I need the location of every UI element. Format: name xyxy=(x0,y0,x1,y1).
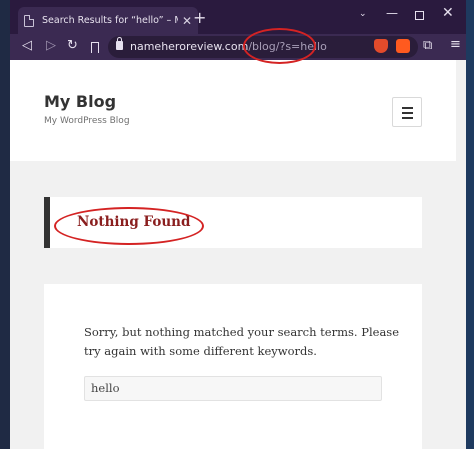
shield-icon[interactable] xyxy=(374,39,388,53)
page-title: Nothing Found xyxy=(77,214,191,230)
site-header: My Blog My WordPress Blog xyxy=(10,60,456,161)
address-toolbar: ◁ ▷ ↻ nameheroreview.com/blog/?s=hello ⧉… xyxy=(10,34,466,60)
search-input[interactable]: hello xyxy=(84,376,382,401)
menu-toggle-button[interactable] xyxy=(392,97,422,127)
no-results-message: Sorry, but nothing matched your search t… xyxy=(84,325,400,358)
extensions-icon[interactable]: ⧉ xyxy=(423,38,432,53)
hamburger-line xyxy=(402,107,413,109)
hamburger-line xyxy=(402,112,413,114)
url-host: nameheroreview.com xyxy=(130,40,249,53)
new-tab-button[interactable]: + xyxy=(193,8,206,27)
site-tagline: My WordPress Blog xyxy=(44,116,130,126)
url-path: /blog/?s=hello xyxy=(248,40,327,53)
tab-close-icon[interactable]: ✕ xyxy=(182,14,192,28)
close-window-button[interactable]: ✕ xyxy=(442,5,454,21)
bookmark-icon[interactable] xyxy=(91,42,99,53)
page-icon xyxy=(24,14,34,27)
brave-icon[interactable] xyxy=(396,39,410,53)
desktop-right-edge xyxy=(466,0,474,449)
hamburger-line xyxy=(402,117,413,119)
forward-arrow-icon[interactable]: ▷ xyxy=(46,38,56,53)
minimize-button[interactable]: — xyxy=(386,6,398,20)
back-arrow-icon[interactable]: ◁ xyxy=(22,38,32,53)
site-title[interactable]: My Blog xyxy=(44,92,116,111)
url-text[interactable]: nameheroreview.com/blog/?s=hello xyxy=(130,40,327,53)
title-bar: Search Results for “hello” – My Blo ✕ + … xyxy=(10,0,466,34)
tab-search-icon[interactable]: ⌄ xyxy=(359,9,367,19)
browser-window: Search Results for “hello” – My Blo ✕ + … xyxy=(10,0,466,449)
content-box xyxy=(44,284,422,449)
web-page: My Blog My WordPress Blog Nothing Found … xyxy=(10,60,466,449)
tab-title: Search Results for “hello” – My Blo xyxy=(42,15,178,26)
browser-tab[interactable]: Search Results for “hello” – My Blo ✕ xyxy=(18,7,198,34)
desktop-left-edge xyxy=(0,0,10,449)
menu-icon[interactable]: ≡ xyxy=(450,37,461,52)
lock-icon[interactable] xyxy=(116,37,123,50)
maximize-button[interactable] xyxy=(415,11,424,20)
reload-icon[interactable]: ↻ xyxy=(67,38,78,53)
address-bar[interactable]: nameheroreview.com/blog/?s=hello xyxy=(108,36,418,58)
